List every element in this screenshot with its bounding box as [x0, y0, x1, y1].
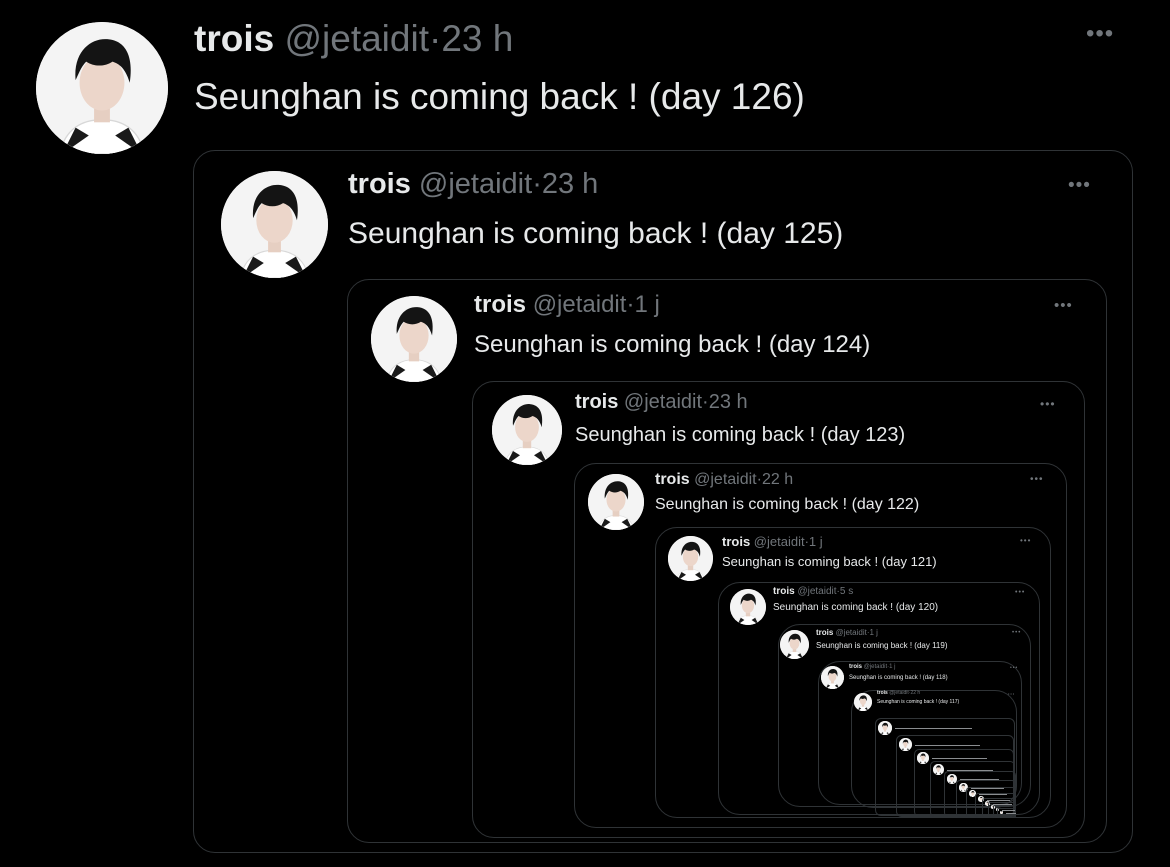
user-handle[interactable]: @jetaidit [836, 628, 867, 637]
more-options-icon[interactable]: ••• [1020, 537, 1031, 545]
timestamp[interactable]: 1 j [889, 664, 895, 670]
avatar[interactable] [821, 666, 844, 689]
avatar[interactable] [780, 630, 809, 659]
timestamp[interactable]: 23 h [709, 391, 748, 413]
avatar[interactable] [371, 296, 457, 382]
more-options-icon[interactable]: ••• [1086, 22, 1114, 46]
tweet-text: Seunghan is coming back ! (day 122) [655, 496, 920, 513]
timestamp[interactable]: 23 h [441, 18, 513, 59]
tweet-text: Seunghan is coming back ! (day 123) [575, 424, 906, 446]
avatar [933, 764, 944, 775]
avatar[interactable] [492, 395, 562, 465]
timestamp[interactable]: 23 h [542, 168, 598, 200]
timestamp[interactable]: 1 j [809, 534, 823, 549]
avatar [899, 738, 912, 751]
more-options-icon[interactable]: ••• [1040, 398, 1056, 410]
display-name[interactable]: trois [773, 586, 795, 597]
tiny-text-line [895, 728, 972, 730]
avatar[interactable] [854, 693, 872, 711]
avatar[interactable] [36, 22, 168, 154]
more-options-icon[interactable]: ••• [1054, 298, 1073, 313]
display-name[interactable]: trois [474, 291, 526, 318]
avatar [878, 721, 892, 735]
display-name[interactable]: trois [722, 534, 750, 549]
user-handle[interactable]: @jetaidit [889, 690, 909, 696]
more-options-icon[interactable]: ••• [1012, 630, 1021, 636]
user-handle[interactable]: @jetaidit [624, 391, 702, 413]
tweet-header: trois @jetaidit·22 h [655, 472, 793, 488]
more-options-icon[interactable]: ••• [1010, 666, 1018, 671]
more-options-icon[interactable]: ••• [1068, 176, 1091, 195]
separator-dot: · [702, 391, 709, 413]
tweet-text: Seunghan is coming back ! (day 124) [474, 331, 871, 358]
tweet-header: trois @jetaidit·5 s [773, 587, 853, 597]
tweet-header: trois @jetaidit·23 h [575, 392, 748, 412]
tweet-text: Seunghan is coming back ! (day 117) [877, 699, 960, 705]
tweet-text: Seunghan is coming back ! (day 125) [348, 217, 844, 250]
separator-dot: · [532, 168, 542, 200]
user-handle[interactable]: @jetaidit [419, 168, 532, 200]
display-name[interactable]: trois [816, 628, 833, 637]
tweet-header: trois @jetaidit·22 h [877, 691, 920, 696]
tweet-header: trois @jetaidit·23 h [194, 20, 513, 57]
display-name[interactable]: trois [655, 471, 690, 488]
avatar[interactable] [730, 589, 766, 625]
display-name[interactable]: trois [877, 690, 888, 696]
tiny-text-line [931, 758, 987, 760]
tweet-text: Seunghan is coming back ! (day 126) [194, 76, 805, 117]
tweet-header: trois @jetaidit·1 j [816, 629, 878, 637]
tweet-header: trois @jetaidit·1 j [474, 293, 660, 317]
timestamp[interactable]: 22 h [910, 690, 920, 696]
avatar [1000, 811, 1003, 814]
tweet-text: Seunghan is coming back ! (day 121) [722, 554, 937, 569]
tweet-header: trois @jetaidit·23 h [348, 170, 598, 199]
tiny-text-line [1006, 813, 1017, 815]
avatar[interactable] [221, 171, 328, 278]
display-name[interactable]: trois [348, 168, 411, 200]
display-name[interactable]: trois [849, 664, 862, 670]
tweet-header: trois @jetaidit·1 j [722, 535, 823, 548]
timestamp[interactable]: 1 j [634, 291, 659, 318]
timestamp[interactable]: 1 j [870, 628, 878, 637]
more-options-icon[interactable]: ••• [1030, 475, 1044, 485]
tweet-header: trois @jetaidit·1 j [849, 664, 895, 670]
display-name[interactable]: trois [194, 18, 274, 59]
avatar[interactable] [668, 536, 713, 581]
avatar[interactable] [588, 474, 644, 530]
avatar [917, 752, 929, 764]
user-handle[interactable]: @jetaidit [864, 664, 887, 670]
tweet-text: Seunghan is coming back ! (day 120) [773, 602, 939, 613]
tiny-text-line [914, 744, 980, 746]
more-options-icon[interactable]: ••• [1015, 589, 1025, 596]
tweet-text: Seunghan is coming back ! (day 118) [849, 675, 948, 681]
user-handle[interactable]: @jetaidit [533, 291, 627, 318]
user-handle[interactable]: @jetaidit [754, 534, 805, 549]
user-handle[interactable]: @jetaidit [284, 18, 429, 59]
display-name[interactable]: trois [575, 391, 618, 413]
more-options-icon[interactable]: ••• [1008, 692, 1015, 696]
separator-dot: · [428, 18, 442, 59]
tweet-text: Seunghan is coming back ! (day 119) [816, 641, 948, 650]
user-handle[interactable]: @jetaidit [797, 586, 836, 597]
timestamp[interactable]: 22 h [762, 471, 793, 488]
user-handle[interactable]: @jetaidit [694, 471, 757, 488]
timestamp[interactable]: 5 s [840, 586, 853, 597]
